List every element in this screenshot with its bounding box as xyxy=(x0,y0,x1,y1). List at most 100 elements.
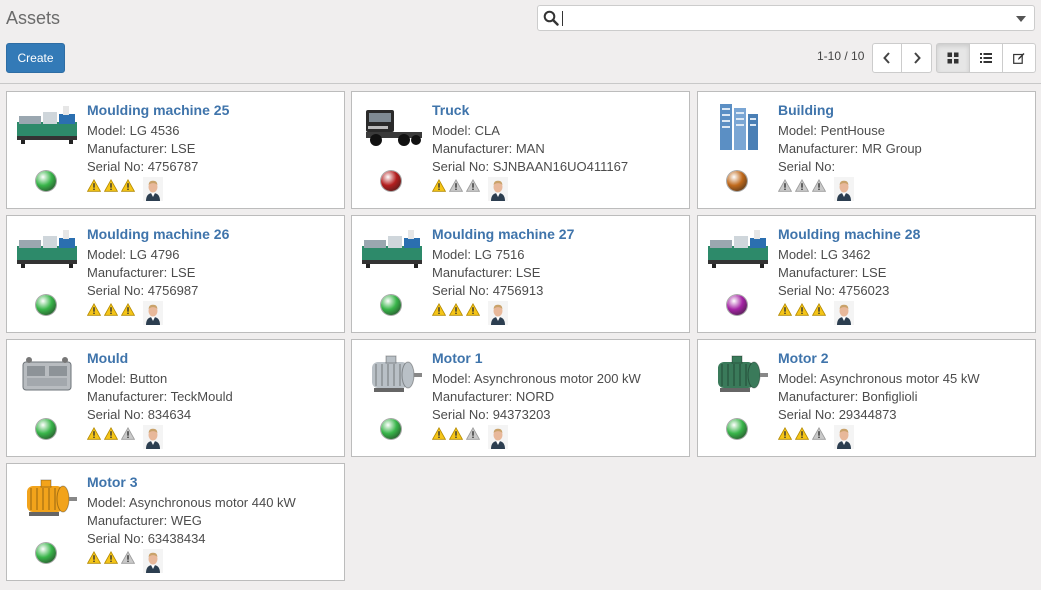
asset-name[interactable]: Motor 2 xyxy=(778,350,829,366)
asset-serial: Serial No: 4756787 xyxy=(87,159,199,174)
priority-warning-icon[interactable] xyxy=(431,302,447,316)
asset-serial: Serial No: xyxy=(778,159,836,174)
status-indicator xyxy=(36,419,56,439)
avatar xyxy=(834,177,854,201)
asset-card[interactable]: Motor 3 Model: Asynchronous motor 440 kW… xyxy=(6,463,345,581)
avatar xyxy=(143,177,163,201)
status-indicator xyxy=(36,295,56,315)
injection-moulding-machine-image xyxy=(15,224,79,276)
asset-name[interactable]: Moulding machine 25 xyxy=(87,102,229,118)
priority-warning-icon[interactable] xyxy=(777,302,793,316)
priority-warning-icon[interactable] xyxy=(120,302,136,316)
truck-image xyxy=(360,100,424,152)
form-view-button[interactable] xyxy=(1002,43,1036,73)
status-indicator xyxy=(727,419,747,439)
asset-name[interactable]: Truck xyxy=(432,102,469,118)
asset-card[interactable]: Moulding machine 28 Model: LG 3462 Manuf… xyxy=(697,215,1036,333)
priority-warning-icon[interactable] xyxy=(811,178,827,192)
pager-previous-button[interactable] xyxy=(872,43,902,73)
asset-card[interactable]: Mould Model: Button Manufacturer: TeckMo… xyxy=(6,339,345,457)
asset-name[interactable]: Moulding machine 28 xyxy=(778,226,920,242)
priority-warning-icon[interactable] xyxy=(86,426,102,440)
status-indicator xyxy=(727,171,747,191)
priority-warning-icon[interactable] xyxy=(103,550,119,564)
priority-warning-icon[interactable] xyxy=(465,426,481,440)
status-indicator xyxy=(381,171,401,191)
priority-warning-icon[interactable] xyxy=(794,302,810,316)
priority-warning-icon[interactable] xyxy=(811,426,827,440)
asset-manufacturer: Manufacturer: NORD xyxy=(432,389,555,404)
asset-card[interactable]: Motor 2 Model: Asynchronous motor 45 kW … xyxy=(697,339,1036,457)
priority-warning-icon[interactable] xyxy=(431,178,447,192)
priority-warning-icon[interactable] xyxy=(465,178,481,192)
asset-card[interactable]: Moulding machine 25 Model: LG 4536 Manuf… xyxy=(6,91,345,209)
pager-value[interactable]: 1-10 / 10 xyxy=(817,49,864,63)
asset-card[interactable]: Truck Model: CLA Manufacturer: MAN Seria… xyxy=(351,91,690,209)
priority-warning-icon[interactable] xyxy=(811,302,827,316)
avatar xyxy=(488,177,508,201)
asset-model: Model: Asynchronous motor 200 kW xyxy=(432,371,641,386)
priority-warning-icon[interactable] xyxy=(794,426,810,440)
asset-manufacturer: Manufacturer: Bonfiglioli xyxy=(778,389,918,404)
asset-name[interactable]: Mould xyxy=(87,350,128,366)
kanban-view-button[interactable] xyxy=(936,43,970,73)
search-input[interactable] xyxy=(537,5,1035,31)
asset-name[interactable]: Moulding machine 27 xyxy=(432,226,574,242)
asset-name[interactable]: Moulding machine 26 xyxy=(87,226,229,242)
mould-image xyxy=(15,348,79,400)
injection-moulding-machine-image xyxy=(360,224,424,276)
asset-model: Model: LG 4536 xyxy=(87,123,180,138)
avatar xyxy=(488,425,508,449)
asset-name[interactable]: Building xyxy=(778,102,834,118)
priority-warning-icon[interactable] xyxy=(86,550,102,564)
priority-warning-icon[interactable] xyxy=(448,178,464,192)
avatar xyxy=(143,301,163,325)
priority-warning-icon[interactable] xyxy=(777,178,793,192)
asset-serial: Serial No: 4756023 xyxy=(778,283,890,298)
priority-warning-icon[interactable] xyxy=(120,178,136,192)
priority-warning-icon[interactable] xyxy=(465,302,481,316)
text-cursor xyxy=(562,11,563,26)
priority-warning-icon[interactable] xyxy=(777,426,793,440)
priority-warning-icon[interactable] xyxy=(794,178,810,192)
priority-warning-icon[interactable] xyxy=(103,178,119,192)
asset-manufacturer: Manufacturer: WEG xyxy=(87,513,202,528)
asset-model: Model: Asynchronous motor 45 kW xyxy=(778,371,980,386)
pager-next-button[interactable] xyxy=(901,43,932,73)
asset-serial: Serial No: 63438434 xyxy=(87,531,206,546)
priority-warning-icon[interactable] xyxy=(86,178,102,192)
asset-name[interactable]: Motor 1 xyxy=(432,350,483,366)
asset-card[interactable]: Building Model: PentHouse Manufacturer: … xyxy=(697,91,1036,209)
priority-warning-icon[interactable] xyxy=(120,426,136,440)
create-button[interactable]: Create xyxy=(6,43,65,73)
priority-warning-icon[interactable] xyxy=(448,302,464,316)
priority-warning-icon[interactable] xyxy=(103,426,119,440)
asset-manufacturer: Manufacturer: MR Group xyxy=(778,141,922,156)
asset-model: Model: PentHouse xyxy=(778,123,885,138)
asset-card[interactable]: Moulding machine 27 Model: LG 7516 Manuf… xyxy=(351,215,690,333)
motor-image xyxy=(706,348,770,400)
control-panel: Assets Create 1-10 / 10 xyxy=(0,0,1041,84)
injection-moulding-machine-image xyxy=(15,100,79,152)
asset-card[interactable]: Motor 1 Model: Asynchronous motor 200 kW… xyxy=(351,339,690,457)
list-icon xyxy=(980,53,992,63)
asset-model: Model: Asynchronous motor 440 kW xyxy=(87,495,296,510)
priority-warning-icon[interactable] xyxy=(120,550,136,564)
asset-manufacturer: Manufacturer: LSE xyxy=(87,141,196,156)
asset-name[interactable]: Motor 3 xyxy=(87,474,138,490)
asset-card[interactable]: Moulding machine 26 Model: LG 4796 Manuf… xyxy=(6,215,345,333)
asset-manufacturer: Manufacturer: LSE xyxy=(778,265,887,280)
search-options-toggle-icon[interactable] xyxy=(1016,16,1026,22)
page-title: Assets xyxy=(6,8,61,28)
priority-warning-icon[interactable] xyxy=(86,302,102,316)
priority-warning-icon[interactable] xyxy=(431,426,447,440)
motor-image xyxy=(15,472,79,524)
status-indicator xyxy=(727,295,747,315)
asset-model: Model: LG 4796 xyxy=(87,247,180,262)
list-view-button[interactable] xyxy=(969,43,1003,73)
asset-manufacturer: Manufacturer: TeckMould xyxy=(87,389,233,404)
priority-warning-icon[interactable] xyxy=(448,426,464,440)
avatar xyxy=(488,301,508,325)
priority-warning-icon[interactable] xyxy=(103,302,119,316)
asset-model: Model: LG 7516 xyxy=(432,247,525,262)
